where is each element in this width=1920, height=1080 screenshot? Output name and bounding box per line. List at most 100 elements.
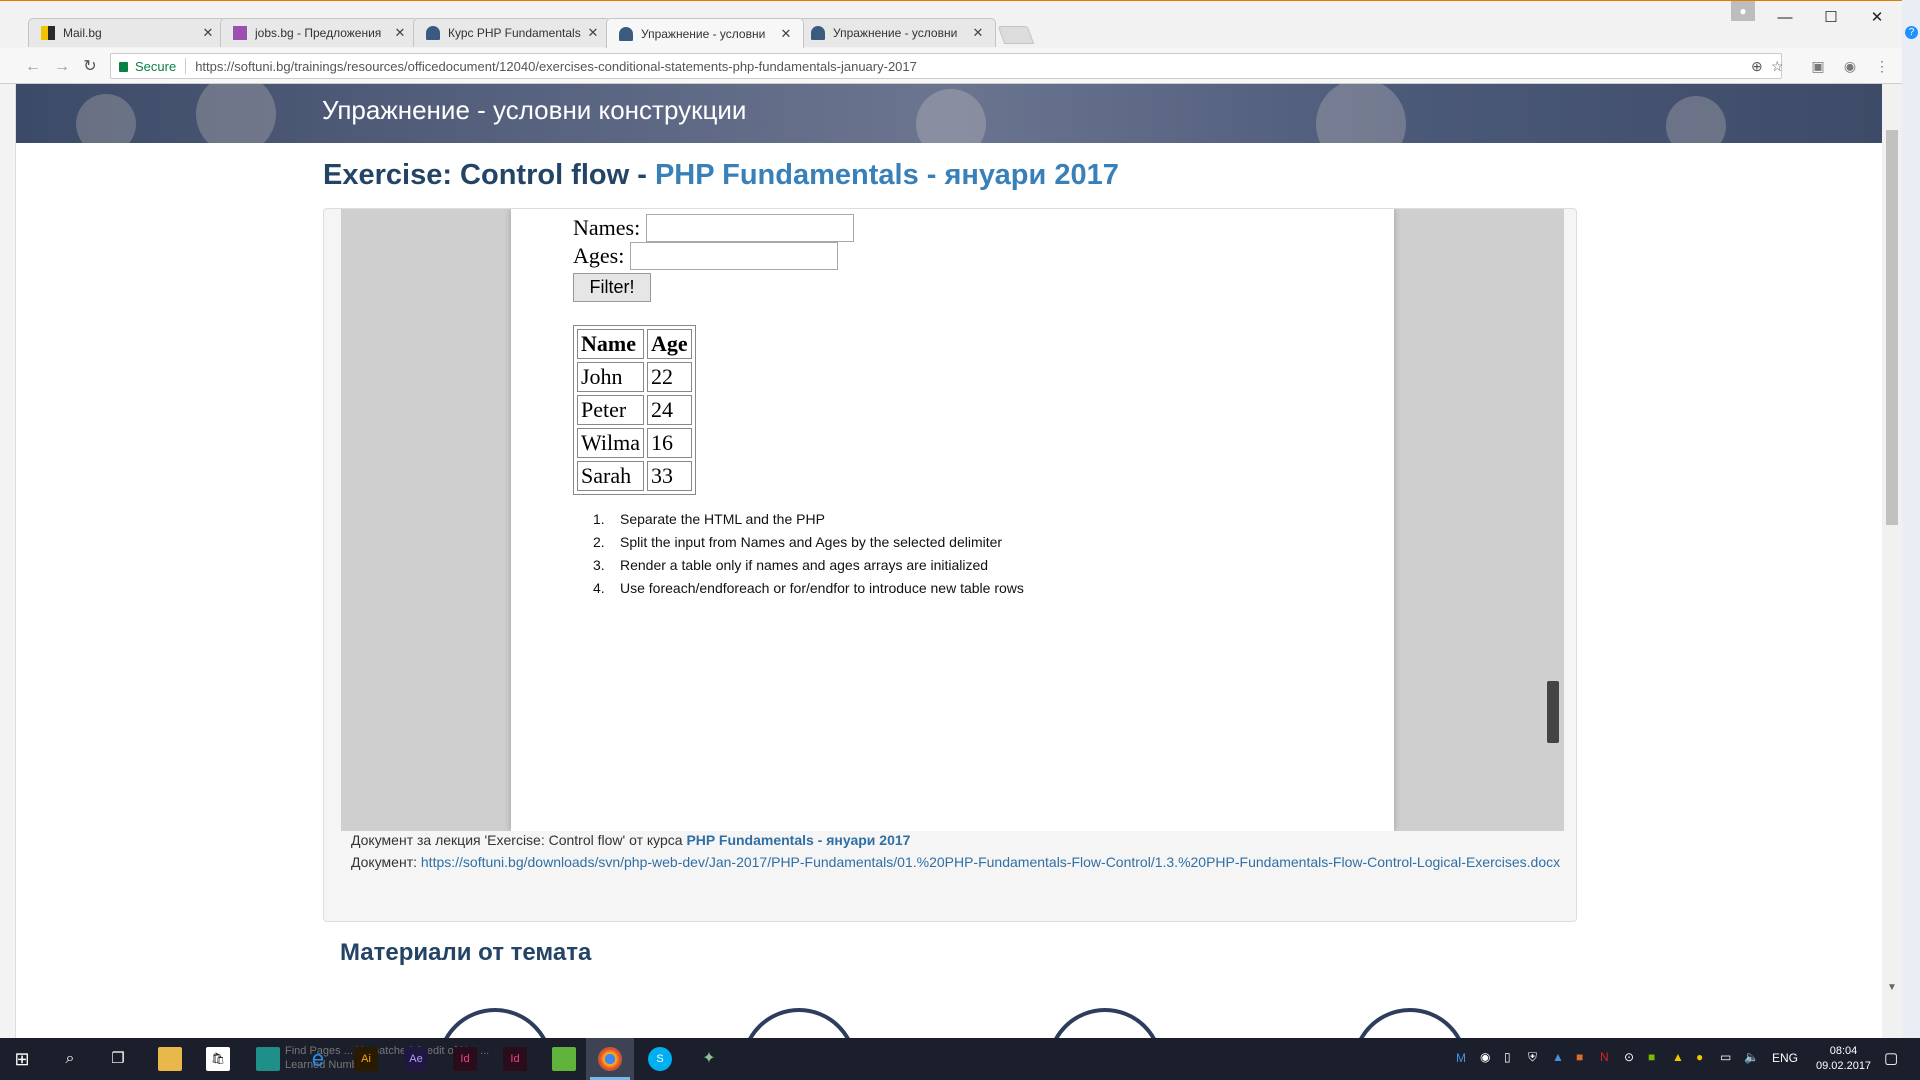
zoom-icon[interactable]: ⊕ — [1751, 58, 1763, 75]
table-cell: Wilma — [577, 428, 644, 458]
network-icon[interactable]: ▭ — [1720, 1050, 1731, 1064]
instructions-list: 1. Separate the HTML and the PHP 2. Split … — [593, 511, 1024, 603]
illustrator-icon[interactable]: Ai — [354, 1047, 378, 1071]
document-meta: Документ за лекция 'Exercise: Control fl… — [351, 829, 1566, 873]
viewer-scrollbar-thumb[interactable] — [1547, 681, 1559, 743]
file-explorer-icon[interactable] — [158, 1047, 182, 1071]
tab-mail[interactable]: Mail.bg ✕ — [28, 18, 226, 47]
menu-icon[interactable]: ⋮ — [1874, 58, 1890, 74]
notifications-icon[interactable]: ▢ — [1884, 1049, 1898, 1067]
store-icon[interactable]: 🛍 — [206, 1047, 230, 1071]
tab-course[interactable]: Курс PHP Fundamentals ✕ — [413, 18, 611, 47]
hero-title: Упражнение - условни конструкции — [322, 95, 747, 125]
tab-jobs[interactable]: jobs.bg - Предложения ✕ — [220, 18, 418, 47]
reload-icon[interactable]: ↻ — [79, 56, 101, 78]
course-link[interactable]: PHP Fundamentals - януари 2017 — [655, 159, 1119, 191]
list-item: 2. Split the input from Names and Ages by… — [593, 534, 1024, 557]
table-cell: 22 — [647, 362, 692, 392]
material-icon[interactable] — [741, 1008, 857, 1038]
extension-icon[interactable]: ▣ — [1810, 58, 1826, 74]
ages-label: Ages: — [573, 243, 625, 268]
app-icon[interactable]: ✦ — [697, 1047, 721, 1071]
volume-icon[interactable]: 🔈 — [1744, 1050, 1759, 1064]
close-icon[interactable]: ✕ — [201, 25, 215, 41]
material-icon[interactable] — [1352, 1008, 1468, 1038]
ages-input[interactable] — [630, 242, 839, 270]
indesign-icon[interactable]: Id — [453, 1047, 477, 1071]
task-view-icon[interactable]: ❐ — [106, 1047, 130, 1071]
document-line: Документ: https://softuni.bg/downloads/s… — [351, 851, 1566, 873]
search-icon[interactable]: ⌕ — [58, 1047, 82, 1071]
shield-icon[interactable]: ⛨ — [1528, 1050, 1537, 1065]
indesign-icon[interactable]: Id — [503, 1047, 527, 1071]
tab-title: Упражнение - условни — [833, 26, 958, 40]
back-icon[interactable]: ← — [22, 56, 44, 78]
tray-icon[interactable]: ⊙ — [1624, 1050, 1634, 1064]
scroll-down-icon[interactable]: ▼ — [1882, 982, 1902, 993]
tray-icon[interactable]: ● — [1696, 1050, 1703, 1064]
profile-icon[interactable]: ● — [1731, 1, 1755, 21]
tray-icon[interactable]: ◉ — [1480, 1050, 1490, 1064]
language-indicator[interactable]: ENG — [1772, 1051, 1798, 1065]
nvidia-icon[interactable]: ■ — [1648, 1050, 1655, 1064]
page-title-text: Exercise: Control flow - — [323, 159, 655, 191]
secure-indicator[interactable]: Secure — [119, 59, 176, 74]
close-icon[interactable]: ✕ — [971, 25, 985, 41]
lecture-line: Документ за лекция 'Exercise: Control fl… — [351, 829, 1566, 851]
document-download-link[interactable]: https://softuni.bg/downloads/svn/php-web… — [421, 854, 1560, 870]
tab-exercise-active[interactable]: Упражнение - условни ✕ — [606, 18, 804, 48]
clock-time: 08:04 — [1829, 1045, 1858, 1057]
table-cell: 16 — [647, 428, 692, 458]
table-header-age: Age — [647, 329, 692, 359]
secure-label: Secure — [135, 58, 177, 74]
extension-icon[interactable]: ◉ — [1842, 58, 1858, 74]
list-number: 4. — [593, 580, 605, 596]
clock[interactable]: 08:04 09.02.2017 — [1816, 1044, 1871, 1074]
banner-bokeh — [1666, 96, 1726, 143]
divider — [185, 58, 187, 74]
filter-button[interactable]: Filter! — [573, 273, 651, 302]
list-item: 1. Separate the HTML and the PHP — [593, 511, 1024, 534]
minimize-icon[interactable]: — — [1762, 1, 1808, 33]
address-bar[interactable]: Secure https://softuni.bg/trainings/reso… — [110, 53, 1784, 79]
page-scrollbar-thumb[interactable] — [1886, 130, 1898, 525]
maximize-icon[interactable]: ☐ — [1808, 1, 1854, 33]
tab-title: Mail.bg — [63, 26, 102, 40]
tray-icon[interactable]: ▯ — [1504, 1050, 1511, 1064]
tray-icon[interactable]: M — [1456, 1051, 1466, 1065]
tray-icon[interactable]: ▲ — [1552, 1050, 1564, 1064]
softuni-favicon-icon — [426, 26, 440, 40]
windows-start-icon[interactable]: ⊞ — [10, 1047, 34, 1071]
material-icon[interactable] — [437, 1008, 553, 1038]
url-text[interactable]: https://softuni.bg/trainings/resources/o… — [195, 59, 917, 74]
course-link[interactable]: PHP Fundamentals - януари 2017 — [686, 832, 910, 848]
app-icon[interactable] — [256, 1047, 280, 1071]
browser-toolbar: ← → ↻ Secure https://softuni.bg/training… — [0, 48, 1920, 84]
list-item: 3. Render a table only if names and ages … — [593, 557, 1024, 580]
document-viewer[interactable]: Names: Ages: Filter! Name Age John 22 Pe… — [341, 209, 1564, 831]
close-icon[interactable]: ✕ — [779, 26, 793, 42]
chrome-icon[interactable] — [598, 1047, 622, 1071]
new-tab-button[interactable] — [997, 26, 1035, 44]
table-cell: Sarah — [577, 461, 644, 491]
tray-icon[interactable]: ■ — [1576, 1050, 1583, 1064]
list-text: Split the input from Names and Ages by t… — [620, 534, 1003, 550]
forward-icon[interactable]: → — [51, 56, 73, 78]
list-text: Use foreach/endforeach or for/endfor to … — [620, 580, 1024, 596]
materials-heading: Материали от темата — [340, 939, 592, 966]
close-icon[interactable]: ✕ — [586, 25, 600, 41]
bookmark-star-icon[interactable]: ☆ — [1771, 58, 1784, 75]
help-icon[interactable]: ? — [1905, 26, 1918, 39]
material-icon[interactable] — [1047, 1008, 1163, 1038]
tab-exercise[interactable]: Упражнение - условни ✕ — [798, 18, 996, 47]
app-icon[interactable] — [552, 1047, 576, 1071]
tray-icon[interactable]: N — [1600, 1050, 1609, 1064]
close-icon[interactable]: ✕ — [393, 25, 407, 41]
tray-icon[interactable]: ▲ — [1672, 1050, 1684, 1064]
skype-icon[interactable]: S — [648, 1047, 672, 1071]
window-close-icon[interactable]: ✕ — [1854, 1, 1900, 33]
edge-browser-icon[interactable]: e — [306, 1047, 330, 1071]
after-effects-icon[interactable]: Ae — [404, 1047, 428, 1071]
names-input[interactable] — [646, 214, 855, 242]
table-row: John 22 — [577, 362, 692, 392]
